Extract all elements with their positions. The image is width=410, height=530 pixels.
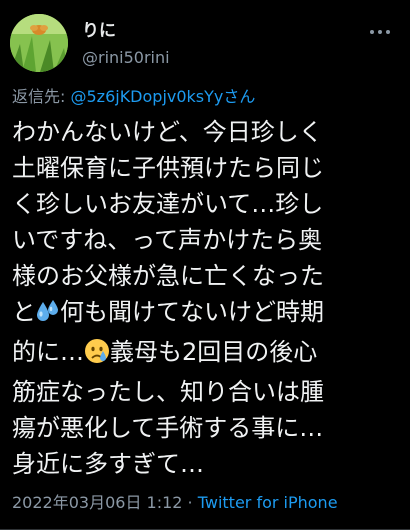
tweet-text-segment: と bbox=[12, 298, 36, 326]
avatar[interactable] bbox=[10, 14, 68, 72]
reply-to-link[interactable]: @5z6jKDopjv0ksYyさん bbox=[70, 87, 255, 106]
tweet-text-line: 様のお父様が急に亡くなった bbox=[12, 262, 324, 290]
tweet-text-segment: 何も聞けてないけど時期 bbox=[60, 298, 324, 326]
tweet-header: りに @rini50rini bbox=[10, 14, 396, 74]
tweet-text-line: く珍しいお友達がいて…珍し bbox=[12, 190, 324, 218]
author-display-name[interactable]: りに bbox=[82, 20, 170, 42]
sweat-droplets-emoji bbox=[36, 298, 60, 334]
tweet-text-line: いですね、って声かけたら奥 bbox=[12, 226, 323, 254]
tweet-text-segment: 義母も2回目の後心 bbox=[110, 338, 318, 366]
author-handle[interactable]: @rini50rini bbox=[82, 47, 170, 69]
tweet-source-link[interactable]: Twitter for iPhone bbox=[198, 493, 338, 512]
tweet-text-line: 身近に多すぎて… bbox=[12, 450, 204, 478]
tweet-text: わかんないけど、今日珍しく 土曜保育に子供預けたら同じ く珍しいお友達がいて…珍… bbox=[12, 114, 408, 482]
tweet-text-line: 的に… 義母も2回目の後心 bbox=[12, 334, 408, 374]
crying-face-emoji bbox=[84, 338, 110, 374]
tweet-text-line: 瘍が悪化して手術する事に… bbox=[12, 414, 324, 442]
tweet-text-line: わかんないけど、今日珍しく bbox=[12, 118, 323, 146]
meta-separator: · bbox=[182, 493, 198, 512]
tweet-text-line: 筋症なったし、知り合いは腫 bbox=[12, 378, 324, 406]
avatar-image bbox=[10, 14, 68, 72]
tweet-text-line: 土曜保育に子供預けたら同じ bbox=[12, 154, 324, 182]
tweet-card: りに @rini50rini 返信先: @5z6jKDopjv0ksYyさん わ… bbox=[0, 0, 410, 530]
tweet-text-segment: 的に… bbox=[12, 338, 84, 366]
reply-indicator: 返信先: @5z6jKDopjv0ksYyさん bbox=[12, 86, 255, 108]
tweet-timestamp[interactable]: 2022年03月06日 1:12 bbox=[12, 493, 182, 512]
reply-prefix: 返信先: bbox=[12, 87, 71, 106]
tweet-text-line: と何も聞けてないけど時期 bbox=[12, 294, 408, 334]
author-names: りに @rini50rini bbox=[82, 20, 170, 69]
tweet-meta: 2022年03月06日 1:12 · Twitter for iPhone bbox=[12, 492, 338, 514]
more-options-icon[interactable] bbox=[368, 22, 392, 42]
